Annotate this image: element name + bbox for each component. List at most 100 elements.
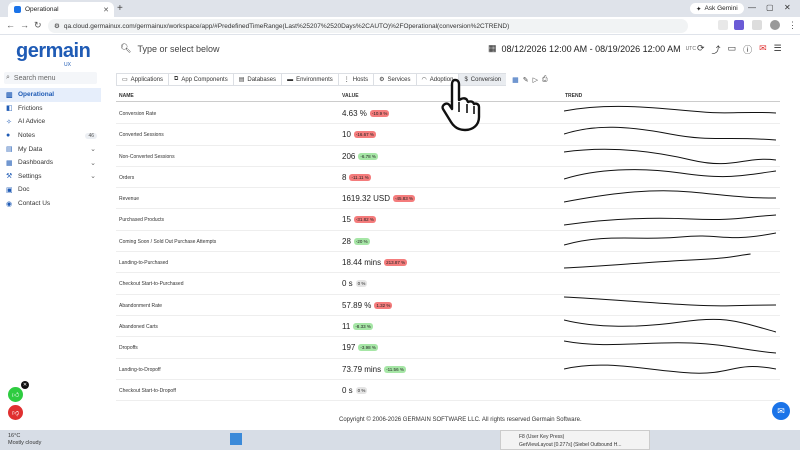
table-row[interactable]: Coming Soon / Sold Out Purchase Attempts… — [116, 231, 780, 253]
table-row[interactable]: Abandoned Carts 11 -8.33 % — [116, 316, 780, 338]
environment-icon: ▬ — [287, 76, 294, 83]
table-row[interactable]: Checkout Start-to-Purchased 0 s0 % — [116, 273, 780, 295]
browser-menu-icon[interactable]: ⋮ — [788, 20, 797, 31]
trend-line — [564, 190, 776, 203]
trend-line — [564, 232, 776, 246]
trend-sparkline[interactable] — [564, 295, 776, 315]
share-icon[interactable]: ⤴ — [712, 43, 721, 56]
extensions-icon[interactable] — [752, 20, 762, 30]
sidebar-item-label: My Data — [18, 145, 43, 153]
thumbs-down-button[interactable]: 👎︎ — [8, 405, 23, 420]
main-search[interactable]: 🔍︎ Type or select below — [120, 43, 219, 54]
metric-value-text: 206 — [342, 151, 356, 161]
trend-sparkline[interactable] — [564, 359, 776, 379]
site-info-icon[interactable]: ⚙ — [54, 22, 60, 30]
tab-label: Services — [387, 76, 411, 83]
metric-name: Checkout Start-to-Dropoff — [119, 387, 176, 394]
table-row[interactable]: Revenue 1619.32 USD -45.83 % — [116, 188, 780, 210]
sidebar-item-contact-us[interactable]: ◉ Contact Us — [0, 197, 101, 211]
dashboard-icon: ▦ — [6, 159, 13, 167]
trend-sparkline[interactable] — [564, 146, 776, 166]
ask-gemini-label: Ask Gemini — [704, 5, 738, 12]
table-row[interactable]: Abandonment Rate 57.89 % 1.32 % — [116, 295, 780, 316]
tab-title: Operational — [25, 6, 59, 13]
extension-icon[interactable] — [734, 20, 744, 30]
sidebar-item-label: Doc — [18, 186, 30, 194]
table-row[interactable]: Dropoffs 197 -3.98 % — [116, 337, 780, 359]
minimize-icon[interactable]: — — [748, 3, 756, 12]
close-window-icon[interactable]: ✕ — [784, 3, 791, 12]
table-row[interactable]: Landing-to-Purchased 18.44 mins 213.87 % — [116, 252, 780, 274]
trend-sparkline[interactable] — [564, 337, 776, 357]
tab-label: Applications — [130, 76, 164, 83]
chat-button[interactable]: ✉ — [772, 402, 790, 420]
profile-avatar[interactable] — [770, 20, 780, 30]
trend-sparkline[interactable] — [564, 188, 776, 208]
sidebar-item-my-data[interactable]: ▤ My Data ⌄ — [0, 142, 101, 156]
data-icon: ▤ — [6, 146, 13, 154]
sidebar-search-input[interactable]: ⌕ Search menu — [4, 72, 97, 84]
trend-sparkline[interactable] — [564, 209, 776, 229]
browser-tab[interactable]: Operational ✕ — [8, 2, 114, 17]
ask-gemini-button[interactable]: ✦ Ask Gemini — [690, 3, 744, 14]
reload-icon[interactable]: ↻ — [34, 20, 42, 31]
sidebar-item-ai-advice[interactable]: ✧ AI Advice — [0, 115, 101, 129]
tab-environments[interactable]: ▬ Environments — [281, 73, 338, 86]
new-tab-icon[interactable]: + — [117, 3, 123, 14]
tab-databases[interactable]: ▤ Databases — [232, 73, 282, 86]
sidebar-item-settings[interactable]: ⚒ Settings ⌄ — [0, 170, 101, 184]
metric-name: Converted Sessions — [119, 132, 164, 139]
sidebar-item-doc[interactable]: ▣ Doc — [0, 183, 101, 197]
bookmark-icon[interactable] — [718, 20, 728, 30]
menu-icon[interactable]: ☰ — [774, 43, 782, 56]
trend-sparkline[interactable] — [564, 103, 776, 123]
trend-sparkline[interactable] — [564, 167, 776, 187]
delta-badge: 213.87 % — [384, 259, 408, 267]
tab-hosts[interactable]: ⋮ Hosts — [337, 73, 374, 86]
edit-icon[interactable]: ✎ — [523, 76, 529, 84]
table-row[interactable]: Checkout Start-to-Dropoff 0 s0 % — [116, 380, 780, 402]
ai-icon: ✧ — [6, 118, 12, 126]
info-icon[interactable]: ⓘ — [743, 43, 752, 56]
table-row[interactable]: Purchased Products 15 -31.82 % — [116, 209, 780, 231]
table-row[interactable]: Landing-to-Dropoff 73.79 mins -11.56 % — [116, 359, 780, 380]
table-row[interactable]: Orders 8 -11.11 % — [116, 167, 780, 189]
weather-widget[interactable]: 16°C Mostly cloudy — [8, 433, 41, 447]
col-name-header[interactable]: NAME — [119, 93, 134, 99]
windows-start-icon[interactable] — [230, 433, 242, 445]
url-field[interactable]: ⚙ qa.cloud.germainux.com/germainux/works… — [48, 19, 688, 33]
metric-name: Revenue — [119, 196, 140, 203]
trend-sparkline[interactable] — [564, 231, 776, 251]
metric-name: Dropoffs — [119, 345, 138, 352]
sidebar-item-operational[interactable]: ▥ Operational — [0, 88, 101, 102]
monitor-icon[interactable]: ▭ — [728, 43, 737, 56]
tab-applications[interactable]: ▭ Applications — [116, 73, 169, 86]
col-trend-header[interactable]: TREND — [565, 93, 582, 99]
main-search-placeholder: Type or select below — [137, 43, 220, 54]
germain-logo[interactable]: germain — [16, 40, 91, 63]
trend-sparkline[interactable] — [564, 316, 776, 336]
maximize-icon[interactable]: ▢ — [766, 3, 774, 12]
sidebar-item-frictions[interactable]: ◧ Frictions — [0, 102, 101, 116]
trend-sparkline[interactable] — [564, 124, 776, 144]
back-icon[interactable]: ← — [6, 20, 15, 30]
date-range-picker[interactable]: ▦ 08/12/2026 12:00 AM - 08/19/2026 12:00… — [488, 43, 696, 54]
sidebar-item-notes[interactable]: ● Notes 46 — [0, 129, 101, 143]
tab-app-components[interactable]: ⧉ App Components — [168, 73, 233, 86]
feedback-close-icon[interactable]: ✕ — [21, 381, 29, 389]
col-value-header[interactable]: VALUE — [342, 93, 359, 99]
forward-icon[interactable]: → — [20, 20, 29, 30]
sidebar-item-dashboards[interactable]: ▦ Dashboards ⌄ — [0, 156, 101, 170]
refresh-icon[interactable]: ⟳ — [697, 43, 705, 56]
table-row[interactable]: Non-Converted Sessions 206 -6.78 % — [116, 146, 780, 167]
thumbs-up-button[interactable]: 👍︎ — [8, 387, 23, 402]
metric-value-text: 18.44 mins — [342, 258, 382, 268]
close-tab-icon[interactable]: ✕ — [103, 6, 109, 14]
metric-value: 0 s0 % — [342, 279, 368, 288]
play-icon[interactable]: ▷ — [533, 76, 538, 84]
table-view-icon[interactable]: ▦ — [512, 76, 519, 84]
chat-notifications-icon[interactable]: ✉ — [759, 43, 767, 56]
trend-sparkline[interactable] — [564, 252, 776, 272]
print-icon[interactable]: ⎙ — [542, 76, 548, 84]
tab-services[interactable]: ⚙ Services — [373, 73, 416, 86]
